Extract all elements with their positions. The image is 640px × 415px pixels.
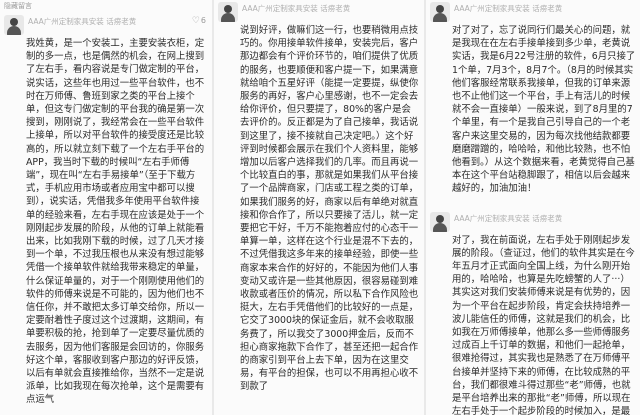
avatar[interactable] bbox=[4, 15, 24, 35]
screenshot-canvas: 隐藏留言 AAA广州定制家具安装 话痨老黄 ♡6 我姓黄，是一个安装工，主要安装… bbox=[0, 0, 640, 415]
comment-author[interactable]: AAA广州定制家具安装 话痨老黄 bbox=[454, 213, 562, 224]
like-button[interactable]: ♡6 bbox=[192, 16, 206, 26]
comment-panel-left: 隐藏留言 AAA广州定制家具安装 话痨老黄 ♡6 我姓黄，是一个安装工，主要安装… bbox=[0, 0, 212, 415]
hide-comment-link[interactable]: 隐藏留言 bbox=[0, 0, 212, 13]
comment-card: AAA广州定制家具安装 话痨老黄 ♡6 我姓黄，是一个安装工，主要安装衣柜，定制… bbox=[0, 13, 212, 407]
comment-header: AAA广州定制家具安装 话痨老黄 bbox=[218, 0, 420, 24]
comment-author[interactable]: AAA广州定制家具安装 话痨老黄 bbox=[28, 16, 136, 27]
comment-text: 说到好评，做嘛们这一行，也要稍微用点技巧的。你用接单软件接单，安装完后，客户那边… bbox=[240, 25, 419, 393]
avatar[interactable] bbox=[430, 211, 450, 232]
comment-card: AAA广州定制家具安装 话痨老黄 说到好评，做嘛们这一行，也要稍微用点技巧的。你… bbox=[214, 0, 424, 394]
comment-text: 对了对了，忘了说同行们最关心的问题，就是我现在在左右手接单接到多少单，老黄说实话… bbox=[452, 25, 636, 195]
comment-header: AAA广州定制家具安装 话痨老黄 bbox=[430, 0, 636, 24]
comment-panel-middle: AAA广州定制家具安装 话痨老黄 说到好评，做嘛们这一行，也要稍微用点技巧的。你… bbox=[214, 0, 424, 415]
comment-card: AAA广州定制家具安装 话痨老黄 对了对了，忘了说同行们最关心的问题，就是我现在… bbox=[426, 0, 640, 196]
comment-text: 我姓黄，是一个安装工，主要安装衣柜，定制的多一点，也是偶然的机会，在网上搜到了左… bbox=[26, 38, 205, 406]
comment-header: AAA广州定制家具安装 话痨老黄 ♡6 bbox=[4, 13, 208, 37]
comment-panel-right: AAA广州定制家具安装 话痨老黄 对了对了，忘了说同行们最关心的问题，就是我现在… bbox=[426, 0, 640, 415]
comment-author[interactable]: AAA广州定制家具安装 话痨老黄 bbox=[454, 3, 562, 14]
comment-card: AAA广州定制家具安装 话痨老黄 对了，我在前面说，左右手处于刚刚起步发展的阶段… bbox=[426, 210, 640, 415]
comment-spacer bbox=[426, 196, 640, 210]
like-icon: ♡ bbox=[191, 16, 200, 26]
avatar[interactable] bbox=[430, 2, 450, 22]
comment-text: 对了，我在前面说，左右手处于刚刚起步发展的阶段。（查证过，他们的软件其实是在今年… bbox=[452, 234, 635, 415]
comment-header: AAA广州定制家具安装 话痨老黄 bbox=[430, 210, 636, 234]
comment-author[interactable]: AAA广州定制家具安装 话痨老黄 bbox=[242, 3, 350, 14]
like-count: 6 bbox=[200, 16, 206, 25]
avatar[interactable] bbox=[218, 2, 238, 22]
